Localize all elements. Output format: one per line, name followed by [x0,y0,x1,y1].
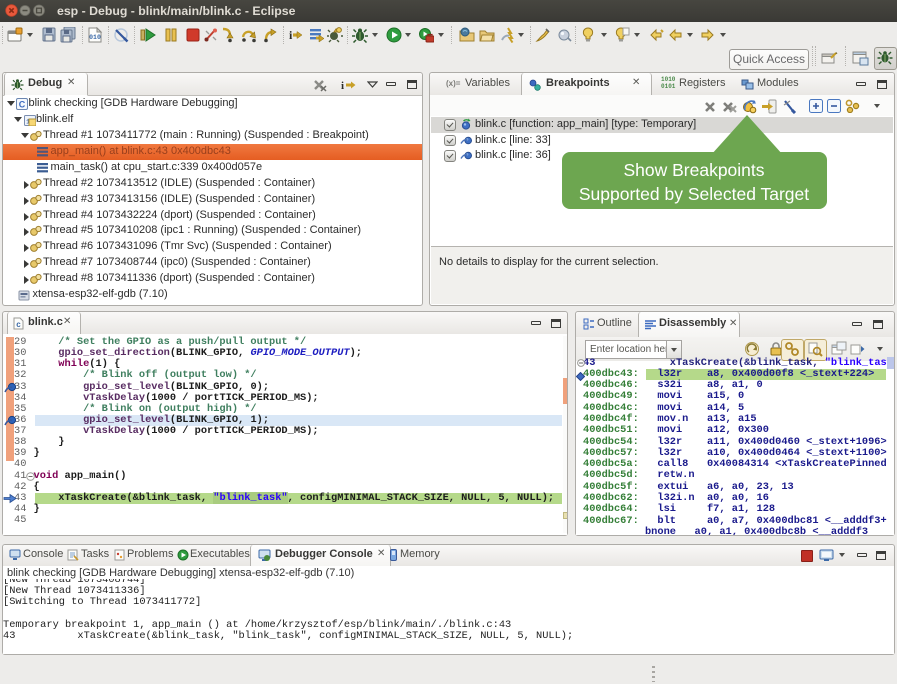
svg-text:Supported by Selected Target: Supported by Selected Target [579,184,809,204]
svg-text:i: i [289,28,293,42]
svg-text:c: c [16,320,21,329]
svg-text:Show Breakpoints: Show Breakpoints [623,160,764,180]
svg-text:i: i [341,80,344,92]
svg-text:010: 010 [89,34,101,41]
svg-text:C: C [19,100,26,110]
